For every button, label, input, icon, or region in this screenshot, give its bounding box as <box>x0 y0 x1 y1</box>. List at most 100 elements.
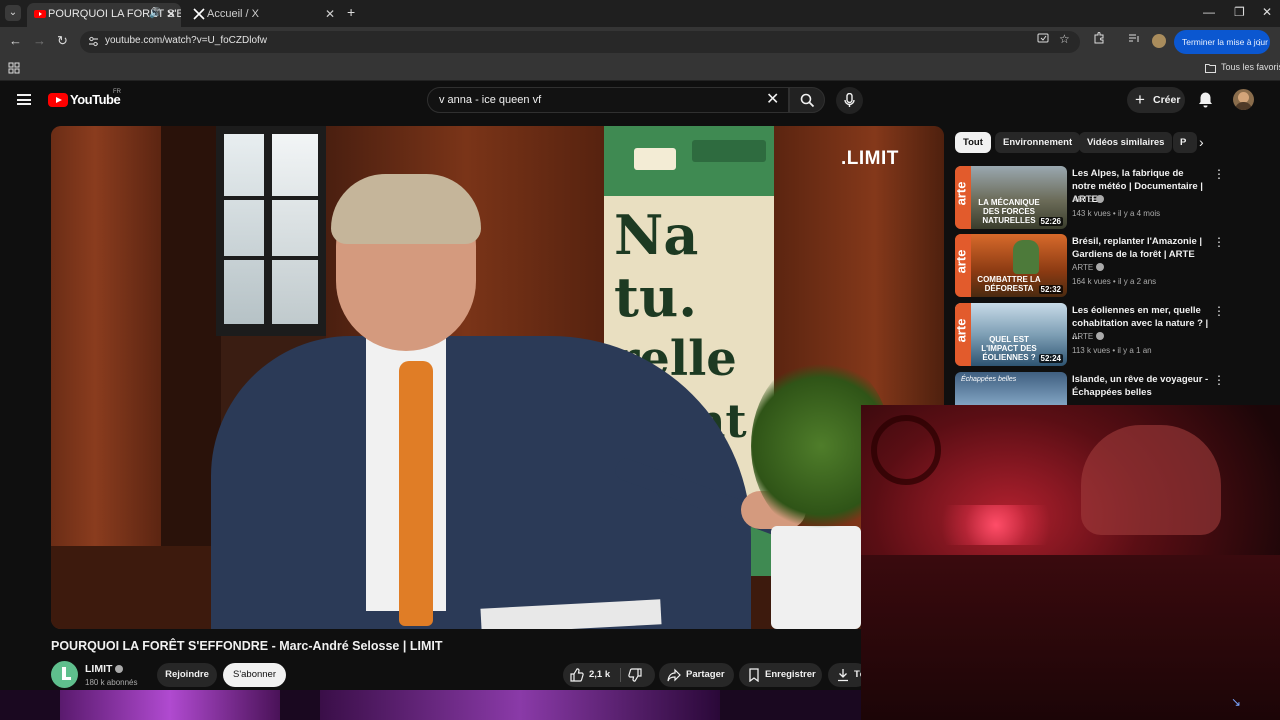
purple-light-2 <box>320 690 720 720</box>
verified-icon <box>1096 195 1105 203</box>
download-icon <box>838 669 848 682</box>
share-icon <box>667 668 681 682</box>
more-options-icon[interactable]: ⋮ <box>1213 304 1225 318</box>
cursor-icon: ↘ <box>1231 695 1242 709</box>
more-options-icon[interactable]: ⋮ <box>1213 167 1225 181</box>
search-query: v anna - ice queen vf <box>439 94 542 106</box>
video-title[interactable]: Islande, un rêve de voyageur - Échappées… <box>1072 373 1209 399</box>
tab-youtube[interactable]: POURQUOI LA FORÊT S'EFF 🔊 ✕ <box>27 3 181 27</box>
channel-name[interactable]: ARTE <box>1072 195 1105 204</box>
chip-all[interactable]: Tout <box>955 132 991 153</box>
x-logo-icon <box>193 8 205 20</box>
new-tab-button[interactable]: + <box>347 4 355 20</box>
arte-logo: arte <box>955 166 971 229</box>
extensions-icon[interactable] <box>1093 32 1105 47</box>
restore-window-button[interactable]: ❐ <box>1234 5 1245 19</box>
thumbs-down-icon[interactable] <box>628 668 642 682</box>
update-chrome-button[interactable]: Terminer la mise à jour ⋮ <box>1174 30 1270 54</box>
microphone-icon <box>844 93 855 107</box>
thumbnail-caption: QUEL EST L'IMPACT DES ÉOLIENNES ? <box>981 335 1037 362</box>
thumbnail-caption: LA MÉCANIQUE DES FORCES NATURELLES <box>978 198 1040 225</box>
recommendation-item[interactable]: arte QUEL EST L'IMPACT DES ÉOLIENNES ? 5… <box>955 303 1265 367</box>
create-label: Créer <box>1153 94 1181 106</box>
create-button[interactable]: + Créer <box>1127 87 1185 113</box>
tab-search-button[interactable]: ⌄ <box>5 5 21 21</box>
chip-environment[interactable]: Environnement <box>995 132 1081 153</box>
video-meta: 143 k vues • il y a 4 mois <box>1072 209 1161 218</box>
purple-light <box>60 690 280 720</box>
channel-avatar[interactable] <box>51 661 78 688</box>
youtube-logo-icon[interactable] <box>48 93 68 107</box>
video-player[interactable]: Na tu. relle ment .LIMIT <box>51 126 944 629</box>
close-tab-icon[interactable]: ✕ <box>166 3 176 25</box>
site-info-icon[interactable] <box>88 36 99 47</box>
video-thumbnail[interactable]: arte QUEL EST L'IMPACT DES ÉOLIENNES ? 5… <box>955 303 1067 366</box>
apps-grid-icon[interactable] <box>8 62 20 74</box>
chip-similar-videos[interactable]: Vidéos similaires <box>1079 132 1173 153</box>
recommendation-item[interactable]: arte LA MÉCANIQUE DES FORCES NATURELLES … <box>955 166 1265 230</box>
bookmark-star-icon[interactable]: ☆ <box>1059 32 1070 46</box>
audio-playing-icon[interactable]: 🔊 <box>149 3 161 25</box>
voice-search-button[interactable] <box>836 87 863 114</box>
share-button[interactable]: Partager <box>659 663 734 687</box>
youtube-header: YouTube FR v anna - ice queen vf ✕ + Crée… <box>0 81 1280 119</box>
close-window-button[interactable]: ✕ <box>1262 5 1272 19</box>
banner-line-2: tu. <box>614 265 698 329</box>
subscribe-button[interactable]: S'abonner <box>223 663 286 687</box>
search-button[interactable] <box>789 87 825 113</box>
profile-avatar[interactable] <box>1152 34 1166 48</box>
search-icon <box>800 93 815 108</box>
channel-name[interactable]: ARTE <box>1072 263 1105 272</box>
back-button[interactable]: ← <box>9 33 22 48</box>
region-code: FR <box>113 89 121 95</box>
speaker-hair <box>331 174 481 244</box>
thumbnail-caption: COMBATTRE LA DÉFORESTA <box>977 275 1041 293</box>
video-duration: 52:32 <box>1038 285 1063 294</box>
bookmarks-bar: Tous les favoris <box>0 57 1280 81</box>
subscriber-count: 180 k abonnés <box>85 678 138 687</box>
tab-x[interactable]: Accueil / X ✕ <box>186 3 340 27</box>
like-count[interactable]: 2,1 k <box>589 663 610 687</box>
video-thumbnail[interactable]: arte COMBATTRE LA DÉFORESTA 52:32 <box>955 234 1067 297</box>
save-button[interactable]: Enregistrer <box>739 663 822 687</box>
channel-name-main[interactable]: LIMIT <box>85 663 124 675</box>
thumbnail-brand: Échappées belles <box>961 376 1017 383</box>
channel-watermark: .LIMIT <box>841 148 899 169</box>
address-bar[interactable]: youtube.com/watch?v=U_foCZDlofw <box>80 31 1080 53</box>
account-avatar[interactable] <box>1233 89 1254 110</box>
arte-logo: arte <box>955 303 971 366</box>
reload-button[interactable]: ↻ <box>57 33 68 49</box>
video-duration: 52:24 <box>1038 354 1063 363</box>
menu-icon[interactable] <box>17 94 31 105</box>
verified-icon <box>115 665 124 673</box>
verified-icon <box>1096 332 1105 340</box>
banner-line-1: Na <box>614 203 699 267</box>
browser-tab-strip: ⌄ POURQUOI LA FORÊT S'EFF 🔊 ✕ Accueil / … <box>0 0 1280 27</box>
forward-button[interactable]: → <box>33 33 46 48</box>
recommendation-item[interactable]: arte COMBATTRE LA DÉFORESTA 52:32 Brésil… <box>955 234 1265 298</box>
video-title-main: POURQUOI LA FORÊT S'EFFONDRE - Marc-Andr… <box>51 639 443 653</box>
all-bookmarks-label[interactable]: Tous les favoris <box>1221 62 1280 72</box>
folder-icon <box>1205 64 1216 73</box>
chip-partial[interactable]: P <box>1173 132 1197 153</box>
chevron-right-icon[interactable]: › <box>1199 134 1204 150</box>
minimize-window-button[interactable]: — <box>1203 5 1215 19</box>
more-options-icon[interactable]: ⋮ <box>1213 373 1225 387</box>
video-thumbnail[interactable]: arte LA MÉCANIQUE DES FORCES NATURELLES … <box>955 166 1067 229</box>
search-input[interactable]: v anna - ice queen vf <box>427 87 789 113</box>
close-tab-icon[interactable]: ✕ <box>325 3 335 25</box>
media-controls-icon[interactable] <box>1128 32 1140 47</box>
clear-search-icon[interactable]: ✕ <box>766 89 779 109</box>
more-options-icon[interactable]: ⋮ <box>1213 235 1225 249</box>
channel-name[interactable]: ARTE <box>1072 332 1105 341</box>
video-title[interactable]: Brésil, replanter l'Amazonie | Gardiens … <box>1072 235 1209 261</box>
notifications-bell-icon[interactable] <box>1198 91 1213 108</box>
window-frame <box>216 126 326 336</box>
save-label: Enregistrer <box>765 669 816 680</box>
bookmark-icon <box>749 668 759 682</box>
spiral-decor <box>871 415 941 485</box>
thumbs-up-icon[interactable] <box>570 668 584 682</box>
join-button[interactable]: Rejoindre <box>157 663 217 687</box>
tab-title: Accueil / X <box>207 8 259 20</box>
cast-icon[interactable] <box>1037 33 1049 47</box>
